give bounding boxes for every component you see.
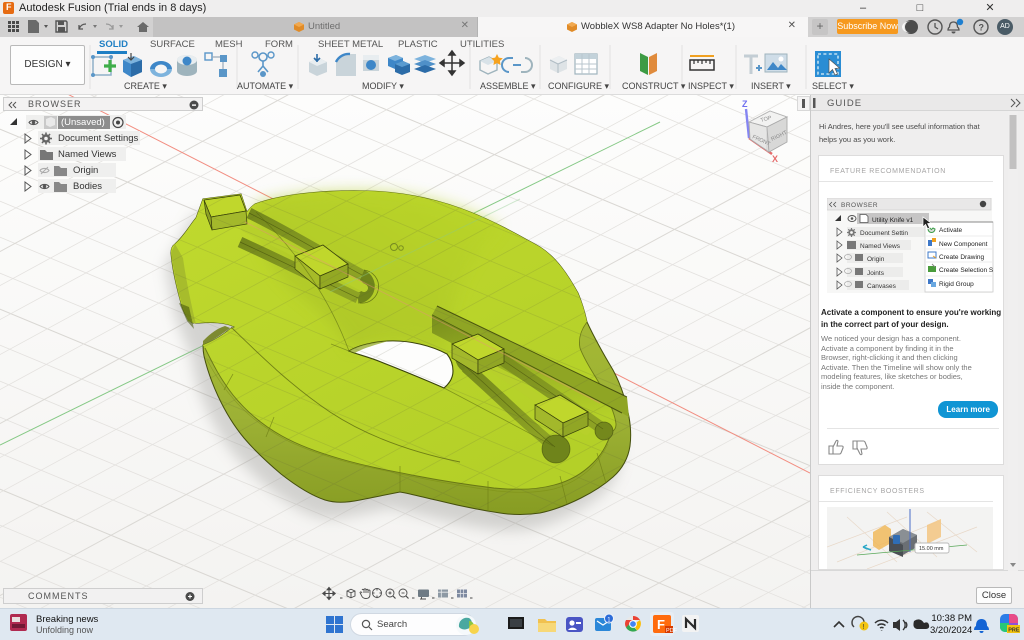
- svg-text:PRE: PRE: [1008, 628, 1020, 634]
- svg-text:Document Settin: Document Settin: [860, 230, 908, 237]
- svg-text:Rigid Group: Rigid Group: [939, 281, 974, 288]
- svg-text:F: F: [657, 617, 665, 632]
- svg-text:PDF: PDF: [666, 628, 678, 634]
- svg-text:15.00 mm: 15.00 mm: [919, 546, 944, 552]
- svg-text:BROWSER: BROWSER: [841, 202, 878, 209]
- svg-text:Joints: Joints: [867, 270, 885, 277]
- svg-text:Create Drawing: Create Drawing: [939, 254, 985, 261]
- svg-text:Create Selection S: Create Selection S: [939, 267, 994, 274]
- svg-text:!: !: [863, 624, 865, 631]
- svg-text:Utility Knife v1: Utility Knife v1: [872, 217, 914, 224]
- svg-text:Origin: Origin: [867, 256, 885, 263]
- svg-text:Activate: Activate: [939, 227, 963, 234]
- svg-text:New Component: New Component: [939, 241, 988, 248]
- svg-text:Z: Z: [742, 99, 748, 109]
- svg-text:Named Views: Named Views: [860, 243, 901, 250]
- svg-text:?: ?: [979, 23, 985, 33]
- svg-text:Canvases: Canvases: [867, 283, 897, 290]
- svg-text:X: X: [772, 154, 778, 164]
